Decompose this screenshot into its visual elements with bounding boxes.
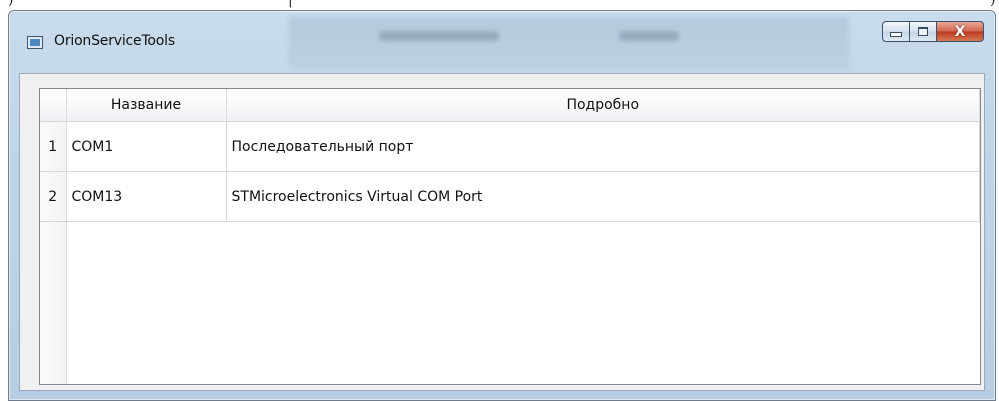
column-header-name[interactable]: Название (66, 89, 227, 122)
maximize-button[interactable] (910, 21, 937, 42)
page-artifact: ) (8, 0, 14, 8)
maximize-icon (918, 27, 928, 36)
minimize-icon (890, 32, 902, 37)
column-header-details[interactable]: Подробно (226, 89, 980, 122)
cell-name[interactable]: COM13 (66, 171, 227, 222)
aero-glass-blur (289, 17, 849, 69)
app-window: OrionServiceTools X Название Подробно 1 … (8, 10, 996, 401)
cell-details[interactable]: Последовательный порт (226, 121, 980, 172)
row-number[interactable]: 2 (40, 171, 67, 222)
page-artifact: | (288, 0, 293, 8)
row-header-gutter (40, 222, 67, 384)
window-title: OrionServiceTools (54, 33, 175, 49)
blurred-background-text (379, 31, 499, 41)
window-app-icon[interactable] (27, 36, 43, 49)
table-row[interactable]: 1 COM1 Последовательный порт (40, 121, 980, 172)
cell-name[interactable]: COM1 (66, 121, 227, 172)
page-artifact: ) (990, 0, 996, 8)
minimize-button[interactable] (882, 21, 910, 42)
blurred-background-text (619, 31, 679, 41)
client-area: Название Подробно 1 COM1 Последовательны… (19, 73, 985, 391)
document-background-strip: ) | ) (0, 0, 999, 10)
table-row[interactable]: 2 COM13 STMicroelectronics Virtual COM P… (40, 171, 980, 222)
table-header-row: Название Подробно (40, 89, 980, 122)
corner-cell[interactable] (40, 89, 67, 122)
row-number[interactable]: 1 (40, 121, 67, 172)
title-bar[interactable]: OrionServiceTools X (9, 11, 995, 73)
ports-table[interactable]: Название Подробно 1 COM1 Последовательны… (39, 88, 981, 385)
cell-details[interactable]: STMicroelectronics Virtual COM Port (226, 171, 980, 222)
caption-buttons: X (882, 21, 984, 42)
close-icon: X (954, 23, 966, 40)
close-button[interactable]: X (937, 21, 984, 42)
